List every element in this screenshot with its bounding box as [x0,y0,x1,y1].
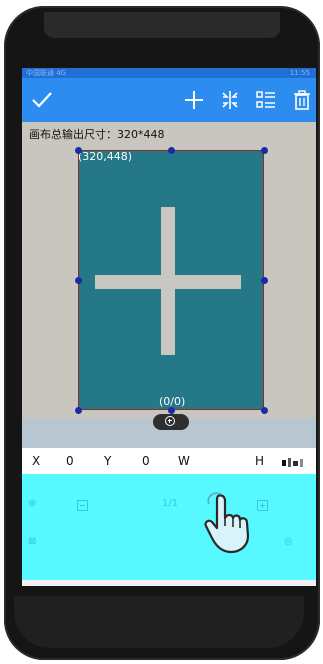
collapse-button[interactable] [216,86,244,114]
phone-top-bezel [44,12,280,38]
y-value-field[interactable]: 0 [142,454,150,468]
panel-right-icon[interactable]: ◎ [284,536,293,547]
tap-hand-icon [202,492,262,554]
hint-glitch-icon [282,458,303,467]
resize-handle-bottom[interactable] [167,406,175,414]
panel-settings-icon[interactable]: ⊠ [28,536,36,547]
panel-left-icon: ⊕ [28,498,37,509]
confirm-button[interactable] [28,86,56,114]
position-size-row: X 0 Y 0 W H [22,448,316,474]
top-toolbar [22,78,316,122]
top-left-coordinate: (320,448) [78,150,133,163]
layer-list-button[interactable] [252,86,280,114]
status-carrier: 中国联通 4G [26,69,67,77]
resize-handle-bottom-right[interactable] [260,406,268,414]
zoom-in-icon [165,416,175,426]
resize-handle-bottom-left[interactable] [74,406,82,414]
y-label: Y [104,454,112,468]
status-time: 11:55 [289,69,310,77]
bottom-panel: ⊕ 1/1 ⊠ ◎ [22,474,316,580]
w-label: W [178,454,190,468]
add-element-button[interactable] [180,86,208,114]
bottom-bar [22,580,316,586]
resize-handle-right[interactable] [260,276,268,284]
output-size-label: 画布总输出尺寸：320*448 [29,128,165,141]
trash-icon [294,90,310,110]
check-icon [32,92,52,108]
add-image-plus-horizontal [95,275,241,289]
resize-handle-top-left[interactable] [74,146,82,154]
resize-handle-left[interactable] [74,276,82,284]
list-icon [256,91,275,108]
app-screen: 中国联通 4G 11:55 画布总输出尺寸：320*448 (320,448) … [22,68,316,586]
collapse-arrows-icon [222,91,238,109]
zoom-toggle-button[interactable] [153,414,189,430]
resize-handle-top-right[interactable] [260,146,268,154]
x-label: X [32,454,41,468]
resize-handle-top[interactable] [167,146,175,154]
h-label: H [255,454,265,468]
plus-icon [185,91,203,109]
status-bar: 中国联通 4G 11:55 [22,68,316,78]
x-value-field[interactable]: 0 [66,454,74,468]
bottom-coordinate: (0/0) [159,395,186,408]
phone-bottom-bezel [14,596,304,648]
decrease-button[interactable] [77,500,88,511]
delete-button[interactable] [288,86,316,114]
page-counter: 1/1 [162,498,179,509]
artboard[interactable]: (320,448) (0/0) [78,150,264,410]
